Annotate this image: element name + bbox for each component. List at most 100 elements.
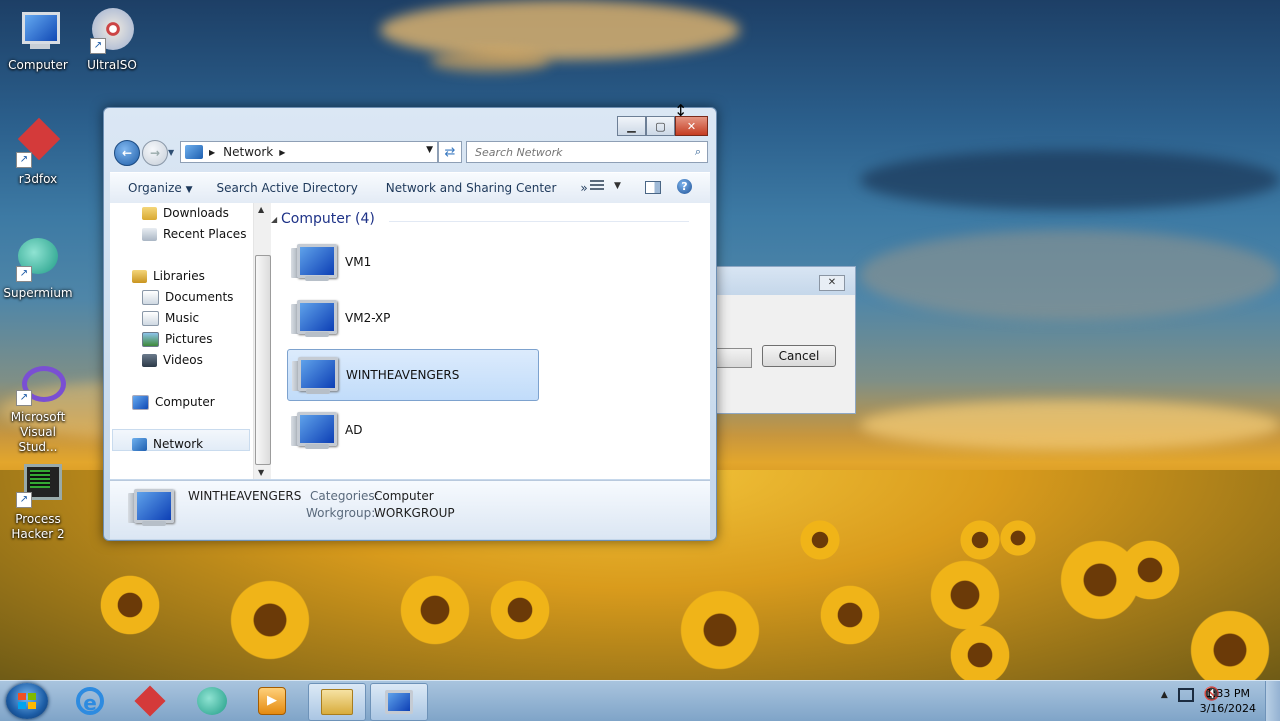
nav-item-recent-places[interactable]: Recent Places bbox=[142, 224, 246, 244]
breadcrumb-chevron-icon: ▶ bbox=[279, 147, 286, 157]
change-view-button[interactable]: ▼ bbox=[590, 180, 621, 192]
address-bar[interactable]: ▶ Network ▶ ▼ bbox=[180, 141, 438, 163]
nav-item-documents[interactable]: Documents bbox=[142, 287, 233, 307]
desktop-icon-r3dfox[interactable]: ↗ r3dfox bbox=[0, 117, 76, 187]
nav-item-libraries[interactable]: Libraries bbox=[132, 266, 205, 286]
start-button[interactable] bbox=[6, 683, 48, 719]
computer-name: VM2-XP bbox=[345, 311, 391, 325]
details-workgroup-value: WORKGROUP bbox=[374, 506, 455, 520]
cloud bbox=[380, 0, 740, 60]
scroll-down-icon[interactable]: ▼ bbox=[258, 468, 264, 477]
sunflower bbox=[1000, 520, 1036, 556]
preview-pane-icon bbox=[645, 181, 661, 194]
networked-computer-icon bbox=[291, 410, 337, 450]
taskbar-r3dfox[interactable] bbox=[122, 683, 178, 719]
network-icon bbox=[132, 437, 147, 451]
nav-item-videos[interactable]: Videos bbox=[142, 350, 203, 370]
downloads-folder-icon bbox=[142, 206, 157, 220]
taskbar-network-window[interactable] bbox=[370, 683, 428, 721]
sunflower bbox=[1120, 540, 1180, 600]
taskbar-supermium[interactable] bbox=[184, 683, 240, 719]
search-box[interactable]: ⌕ bbox=[466, 141, 708, 163]
process-hacker-icon: ↗ bbox=[14, 462, 62, 508]
nav-item-music[interactable]: Music bbox=[142, 308, 199, 328]
view-options-icon bbox=[590, 180, 604, 192]
sunflower bbox=[100, 575, 160, 635]
navigation-scrollbar[interactable]: ▲ ▼ bbox=[253, 203, 271, 479]
scrollbar-thumb[interactable] bbox=[255, 255, 271, 465]
desktop-icon-process-hacker[interactable]: ↗ Process Hacker 2 bbox=[0, 462, 76, 542]
shortcut-arrow-icon: ↗ bbox=[16, 152, 32, 168]
desktop-icon-visual-studio[interactable]: ↗ Microsoft Visual Stud... bbox=[0, 360, 76, 455]
search-icon: ⌕ bbox=[694, 145, 701, 158]
minimize-button[interactable]: ▁ bbox=[617, 116, 646, 136]
organize-menu[interactable]: Organize ▼ bbox=[110, 181, 205, 195]
scroll-up-icon[interactable]: ▲ bbox=[258, 205, 264, 214]
sunflower bbox=[930, 560, 1000, 630]
help-button[interactable]: ? bbox=[677, 179, 692, 194]
forward-button[interactable]: → bbox=[142, 140, 168, 166]
refresh-button[interactable]: ⇄ bbox=[438, 141, 462, 163]
computer-item-wintheavengers[interactable]: WINTHEAVENGERS bbox=[287, 349, 539, 401]
preview-pane-button[interactable] bbox=[645, 181, 661, 194]
networked-computer-icon bbox=[292, 355, 338, 395]
group-header-computer[interactable]: Computer (4) bbox=[281, 211, 375, 227]
taskbar-media-player[interactable]: ▶ bbox=[244, 683, 300, 719]
network-status-icon[interactable] bbox=[1177, 687, 1194, 702]
taskbar-windows-explorer[interactable] bbox=[308, 683, 366, 721]
desktop-icon-label: Computer bbox=[8, 58, 68, 72]
search-active-directory-button[interactable]: Search Active Directory bbox=[205, 181, 370, 195]
desktop-icon-supermium[interactable]: ↗ Supermium bbox=[0, 236, 76, 301]
r3dfox-icon: ↗ bbox=[14, 117, 62, 168]
nav-item-pictures[interactable]: Pictures bbox=[142, 329, 213, 349]
shortcut-arrow-icon: ↗ bbox=[16, 266, 32, 282]
shortcut-arrow-icon: ↗ bbox=[90, 38, 106, 54]
resize-cursor-icon: ↕ bbox=[674, 101, 688, 120]
recent-pages-dropdown[interactable]: ▼ bbox=[168, 148, 174, 157]
cloud bbox=[430, 50, 550, 72]
computer-name: VM1 bbox=[345, 255, 372, 269]
maximize-button[interactable]: ▢ bbox=[646, 116, 675, 136]
disc-icon: ↗ bbox=[88, 8, 136, 54]
desktop-icon-ultraiso[interactable]: ↗ UltraISO bbox=[74, 8, 150, 73]
network-sharing-center-button[interactable]: Network and Sharing Center bbox=[370, 181, 569, 195]
breadcrumb-network[interactable]: Network bbox=[223, 145, 273, 159]
clock[interactable]: 1:33 PM 3/16/2024 bbox=[1200, 686, 1256, 716]
computer-item-vm1[interactable]: VM1 bbox=[287, 237, 537, 287]
taskbar-internet-explorer[interactable]: e bbox=[62, 683, 118, 719]
nav-item-computer[interactable]: Computer bbox=[132, 392, 215, 412]
command-bar: Organize ▼ Search Active Directory Netwo… bbox=[110, 172, 710, 204]
documents-icon bbox=[142, 289, 159, 305]
details-pane: WINTHEAVENGERS Categories: Computer Work… bbox=[110, 480, 710, 539]
details-categories-value: Computer bbox=[374, 489, 434, 503]
nav-item-label: Music bbox=[165, 311, 200, 325]
show-hidden-icons-button[interactable]: ▲ bbox=[1161, 690, 1168, 700]
collapse-group-icon[interactable]: ◢ bbox=[271, 215, 277, 224]
nav-item-label: Computer bbox=[155, 395, 215, 409]
dialog-cancel-button[interactable]: Cancel bbox=[762, 345, 836, 367]
dialog-titlebar: ✕ bbox=[715, 267, 855, 295]
nav-item-label: Downloads bbox=[163, 206, 229, 220]
chevron-down-icon: ▼ bbox=[614, 181, 621, 191]
help-icon: ? bbox=[677, 179, 692, 194]
desktop-icon-label: UltraISO bbox=[87, 58, 137, 72]
nav-item-network[interactable]: Network bbox=[132, 434, 203, 454]
show-desktop-button[interactable] bbox=[1265, 681, 1280, 721]
cloud bbox=[860, 150, 1280, 210]
search-input[interactable] bbox=[473, 142, 682, 162]
desktop-icon-computer[interactable]: Computer bbox=[0, 8, 76, 73]
navigation-pane: Downloads Recent Places Libraries Docume… bbox=[110, 203, 250, 479]
breadcrumb-chevron-icon: ▶ bbox=[209, 147, 216, 157]
computer-item-ad[interactable]: AD bbox=[287, 405, 537, 455]
internet-explorer-icon: e bbox=[76, 687, 104, 715]
computer-item-vm2-xp[interactable]: VM2-XP bbox=[287, 293, 537, 343]
nav-item-label: Documents bbox=[165, 290, 234, 304]
networked-computer-icon bbox=[291, 242, 337, 282]
sunflower bbox=[960, 520, 1000, 560]
dialog-close-button[interactable]: ✕ bbox=[819, 275, 845, 291]
nav-item-downloads[interactable]: Downloads bbox=[142, 203, 229, 223]
back-button[interactable]: ← bbox=[114, 140, 140, 166]
dialog-ok-button[interactable] bbox=[715, 348, 752, 368]
address-dropdown-icon[interactable]: ▼ bbox=[426, 145, 433, 155]
caption-buttons: ▁ ▢ ✕ bbox=[617, 116, 708, 136]
